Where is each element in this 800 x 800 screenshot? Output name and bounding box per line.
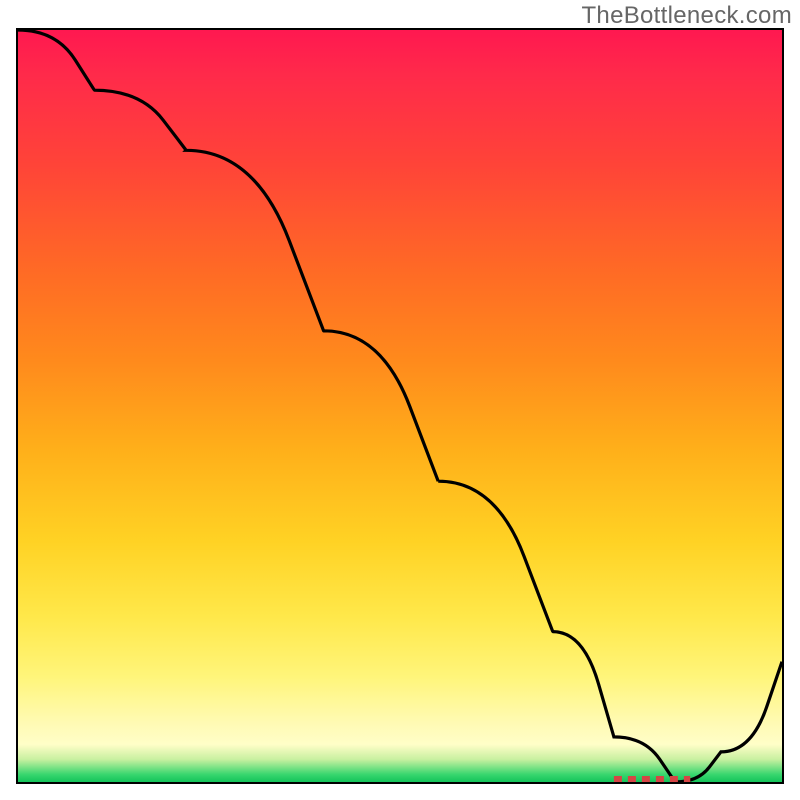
bottleneck-curve-path [18,30,782,782]
chart-svg [18,30,782,782]
watermark-label: TheBottleneck.com [581,2,792,30]
chart-frame [16,28,784,784]
chart-stage: TheBottleneck.com [0,0,800,800]
